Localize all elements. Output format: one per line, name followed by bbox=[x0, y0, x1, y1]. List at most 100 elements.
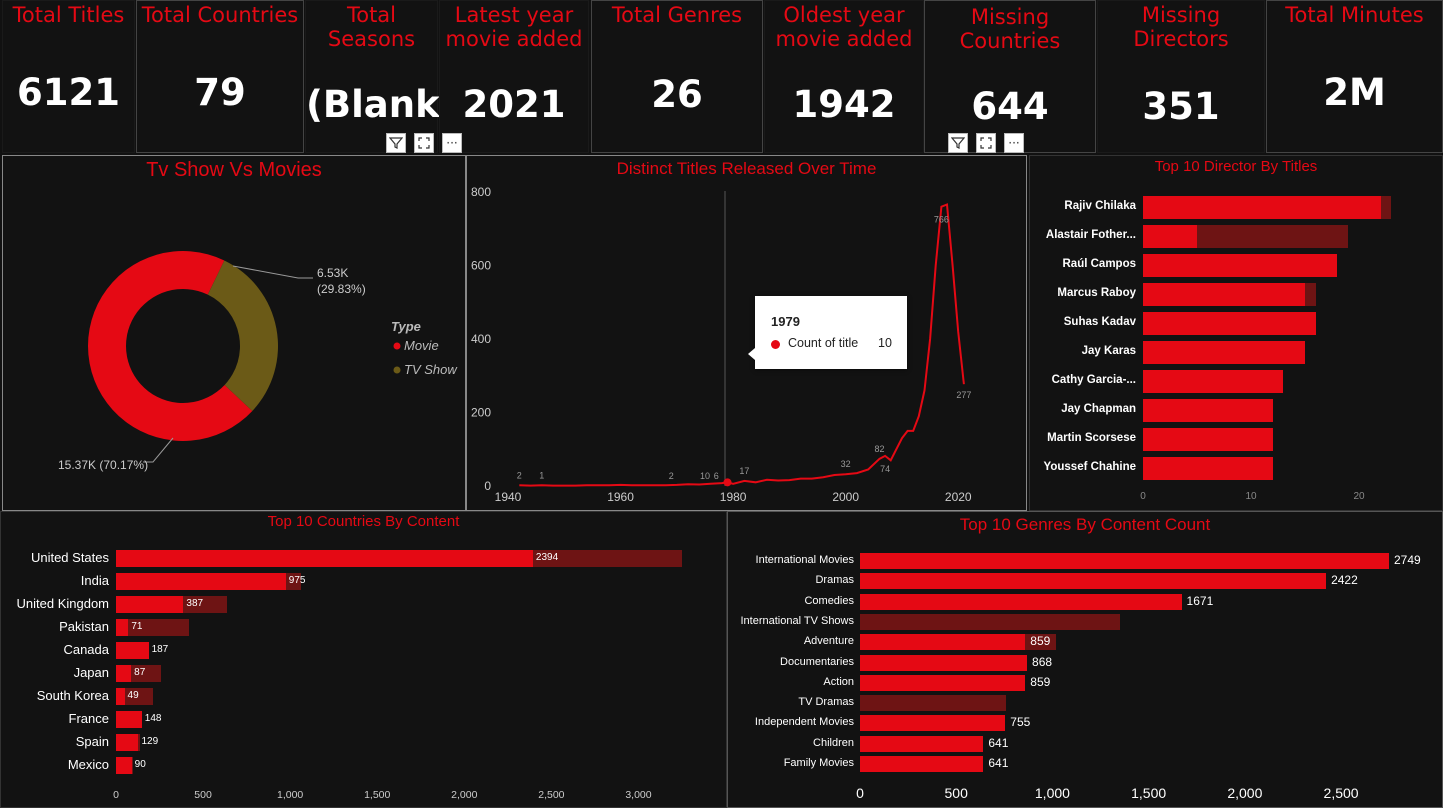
category-label: International Movies bbox=[755, 554, 854, 566]
bar-value[interactable] bbox=[860, 553, 1389, 569]
bar-value[interactable] bbox=[116, 619, 129, 636]
point-data-label: 1 bbox=[539, 470, 544, 480]
kpi-value: 2M bbox=[1323, 71, 1386, 114]
more-options-icon[interactable]: ··· bbox=[1004, 133, 1024, 153]
bar-value[interactable] bbox=[860, 674, 1026, 691]
bar-value[interactable] bbox=[116, 734, 139, 751]
kpi-title: Total Countries bbox=[141, 3, 299, 27]
donut-slice-tv-show[interactable] bbox=[207, 260, 279, 411]
bar-data-label: 641 bbox=[988, 756, 1009, 770]
bar-value[interactable] bbox=[116, 596, 184, 613]
kpi-card-total-countries[interactable]: Total Countries 79 bbox=[136, 0, 304, 153]
directors-title: Top 10 Director By Titles bbox=[1154, 158, 1318, 175]
category-label: Pakistan bbox=[59, 619, 109, 634]
bar-value[interactable] bbox=[1143, 341, 1305, 364]
x-tick-label: 1960 bbox=[607, 490, 634, 504]
x-tick-label: 0 bbox=[856, 785, 864, 801]
countries-visual[interactable]: Top 10 Countries By Content United State… bbox=[0, 511, 727, 808]
genres-visual[interactable]: Top 10 Genres By Content Count Internati… bbox=[727, 511, 1443, 808]
kpi-card-total-minutes[interactable]: Total Minutes 2M bbox=[1266, 0, 1443, 153]
tv-slice-label-percent: (29.83%) bbox=[317, 282, 366, 296]
bar-value[interactable] bbox=[116, 757, 132, 774]
bar-value[interactable] bbox=[1143, 254, 1338, 277]
kpi-value: 6121 bbox=[17, 71, 120, 114]
bar-data-label: 641 bbox=[988, 735, 1009, 750]
category-label: Adventure bbox=[803, 635, 854, 648]
bar-value[interactable] bbox=[860, 654, 1028, 671]
legend-movie-label[interactable]: Movie bbox=[404, 338, 439, 353]
x-tick-label: 1,000 bbox=[277, 789, 304, 801]
y-tick-label: 600 bbox=[471, 259, 491, 273]
x-tick-label: 2,000 bbox=[1227, 785, 1263, 801]
bar-value[interactable] bbox=[860, 715, 1006, 732]
bar-data-label: 2422 bbox=[1331, 573, 1358, 588]
movie-slice-label: 15.37K (70.17%) bbox=[58, 458, 148, 472]
kpi-card-total-seasons[interactable]: Total Seasons (Blank) bbox=[305, 0, 457, 153]
legend-tv-show-label[interactable]: TV Show bbox=[404, 362, 458, 377]
focus-mode-icon[interactable] bbox=[414, 133, 434, 153]
category-label: Canada bbox=[63, 642, 109, 657]
bar-data-label: 49 bbox=[127, 690, 139, 701]
kpi-card-latest-year[interactable]: Latest year movie added 2021 bbox=[439, 0, 589, 153]
category-label: Jay Chapman bbox=[1061, 403, 1136, 415]
line-visual[interactable]: Distinct Titles Released Over Time 800 60… bbox=[466, 155, 1027, 511]
filter-icon[interactable] bbox=[386, 133, 406, 153]
category-label: Documentaries bbox=[780, 655, 854, 668]
kpi-title: Missing Directors bbox=[1133, 3, 1229, 51]
legend-movie-marker bbox=[393, 342, 401, 350]
bar-value[interactable] bbox=[860, 634, 1026, 651]
point-data-label: 17 bbox=[739, 466, 749, 476]
tooltip-marker bbox=[771, 340, 780, 349]
kpi-card-total-titles[interactable]: Total Titles 6121 bbox=[2, 0, 135, 153]
filter-icon[interactable] bbox=[948, 133, 968, 153]
kpi-card-oldest-year[interactable]: Oldest year movie added 1942 bbox=[764, 0, 924, 153]
category-label: South Korea bbox=[36, 688, 109, 703]
kpi-card-missing-countries[interactable]: Missing Countries 644 bbox=[924, 0, 1096, 153]
bar-value[interactable] bbox=[116, 550, 533, 567]
more-options-icon[interactable]: ··· bbox=[442, 133, 462, 153]
tooltip-year: 1979 bbox=[771, 314, 800, 329]
y-tick-label: 800 bbox=[471, 185, 491, 199]
bar-value[interactable] bbox=[1143, 370, 1284, 393]
kpi-value: 2021 bbox=[462, 83, 566, 126]
bar-value[interactable] bbox=[860, 573, 1327, 590]
bar-value[interactable] bbox=[116, 688, 125, 705]
bar-total[interactable] bbox=[860, 613, 1120, 630]
donut-visual[interactable]: Tv Show Vs Movies 6.53K (29.83%) 15.37K … bbox=[2, 155, 466, 511]
bar-value[interactable] bbox=[116, 665, 132, 682]
bar-value[interactable] bbox=[1143, 225, 1197, 248]
bar-value[interactable] bbox=[1143, 399, 1273, 422]
category-label: Dramas bbox=[815, 574, 854, 587]
bar-value[interactable] bbox=[860, 593, 1182, 610]
bar-value[interactable] bbox=[1143, 457, 1273, 480]
bar-value[interactable] bbox=[1143, 428, 1273, 451]
point-data-label: 74 bbox=[880, 464, 890, 474]
point-data-label: 10 bbox=[700, 471, 710, 481]
bar-value[interactable] bbox=[860, 756, 984, 772]
bar-value[interactable] bbox=[1143, 312, 1316, 335]
bar-total[interactable] bbox=[860, 695, 1007, 712]
tooltip-label: Count of title bbox=[788, 336, 859, 350]
focus-mode-icon[interactable] bbox=[976, 133, 996, 153]
kpi-title: Latest year movie added bbox=[445, 3, 583, 51]
x-tick-label: 10 bbox=[1245, 491, 1257, 502]
x-tick-label: 0 bbox=[1140, 491, 1146, 502]
kpi-title: Total Minutes bbox=[1285, 3, 1424, 27]
y-tick-label: 400 bbox=[471, 332, 491, 346]
bar-value[interactable] bbox=[1143, 196, 1381, 219]
kpi-title: Total Titles bbox=[12, 3, 125, 27]
kpi-card-missing-directors[interactable]: Missing Directors 351 bbox=[1097, 0, 1265, 153]
bar-value[interactable] bbox=[116, 573, 286, 590]
kpi-value: 1942 bbox=[792, 83, 896, 126]
bar-value[interactable] bbox=[1143, 283, 1305, 306]
bar-value[interactable] bbox=[116, 711, 142, 728]
point-data-label: 2 bbox=[669, 471, 674, 481]
legend-tv-show-marker bbox=[393, 366, 401, 374]
category-label: Mexico bbox=[67, 757, 109, 772]
kpi-card-total-genres[interactable]: Total Genres 26 bbox=[591, 0, 763, 153]
category-label: Comedies bbox=[804, 594, 854, 607]
x-tick-label: 2,500 bbox=[1323, 785, 1359, 801]
directors-visual[interactable]: Top 10 Director By Titles Rajiv Chilaka A… bbox=[1029, 155, 1443, 511]
bar-value[interactable] bbox=[860, 735, 984, 752]
bar-value[interactable] bbox=[116, 642, 149, 659]
